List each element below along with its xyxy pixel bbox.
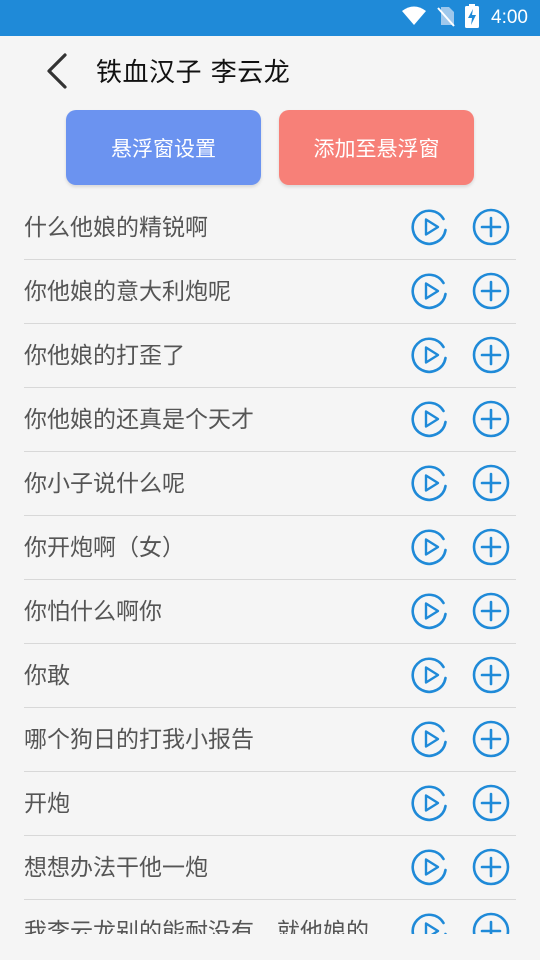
list-item[interactable]: 我李云龙别的能耐没有，就他娘的 xyxy=(24,900,516,934)
play-icon[interactable] xyxy=(411,912,449,934)
add-circle-icon[interactable] xyxy=(472,720,510,758)
add-circle-icon[interactable] xyxy=(472,272,510,310)
clip-label: 你小子说什么呢 xyxy=(24,471,185,497)
add-circle-icon[interactable] xyxy=(472,656,510,694)
float-window-settings-button[interactable]: 悬浮窗设置 xyxy=(66,110,261,185)
add-circle-icon[interactable] xyxy=(472,912,510,934)
play-icon[interactable] xyxy=(411,656,449,694)
play-icon[interactable] xyxy=(411,272,449,310)
status-icons: 4:00 xyxy=(401,0,528,36)
page-title: 铁血汉子 李云龙 xyxy=(96,58,291,88)
clip-label: 什么他娘的精锐啊 xyxy=(24,215,208,241)
add-circle-icon[interactable] xyxy=(472,784,510,822)
play-icon[interactable] xyxy=(411,848,449,886)
play-icon[interactable] xyxy=(411,336,449,374)
play-icon[interactable] xyxy=(411,784,449,822)
clip-label: 我李云龙别的能耐没有，就他娘的 xyxy=(24,919,369,934)
list-item[interactable]: 你开炮啊（女） xyxy=(24,516,516,580)
add-circle-icon[interactable] xyxy=(472,528,510,566)
play-icon[interactable] xyxy=(411,528,449,566)
play-icon[interactable] xyxy=(411,592,449,630)
no-sim-icon xyxy=(437,5,455,31)
list-item[interactable]: 你他娘的还真是个天才 xyxy=(24,388,516,452)
list-item[interactable]: 想想办法干他一炮 xyxy=(24,836,516,900)
add-circle-icon[interactable] xyxy=(472,848,510,886)
list-item[interactable]: 你他娘的打歪了 xyxy=(24,324,516,388)
clip-list: 什么他娘的精锐啊 你他娘的意大利炮呢 你他娘的打歪了你他娘的还真是个天才 你小子说什么… xyxy=(24,196,516,934)
play-icon[interactable] xyxy=(411,400,449,438)
wifi-icon xyxy=(401,6,427,30)
chevron-left-icon xyxy=(44,52,70,94)
back-button[interactable] xyxy=(40,52,74,94)
list-item[interactable]: 你怕什么啊你 xyxy=(24,580,516,644)
add-circle-icon[interactable] xyxy=(472,336,510,374)
clip-label: 你他娘的意大利炮呢 xyxy=(24,279,231,305)
clip-label: 你敢 xyxy=(24,663,70,689)
clip-label: 开炮 xyxy=(24,791,70,817)
list-item[interactable]: 开炮 xyxy=(24,772,516,836)
header: 铁血汉子 李云龙 xyxy=(0,36,540,110)
add-circle-icon[interactable] xyxy=(472,400,510,438)
list-item[interactable]: 你敢 xyxy=(24,644,516,708)
play-icon[interactable] xyxy=(411,720,449,758)
status-bar: 4:00 xyxy=(0,0,540,36)
add-circle-icon[interactable] xyxy=(472,464,510,502)
list-item[interactable]: 你小子说什么呢 xyxy=(24,452,516,516)
play-icon[interactable] xyxy=(411,208,449,246)
list-item[interactable]: 你他娘的意大利炮呢 xyxy=(24,260,516,324)
clip-label: 你他娘的打歪了 xyxy=(24,343,185,369)
clip-label: 想想办法干他一炮 xyxy=(24,855,208,881)
play-icon[interactable] xyxy=(411,464,449,502)
list-item[interactable]: 什么他娘的精锐啊 xyxy=(24,196,516,260)
battery-charging-icon xyxy=(465,4,480,32)
clip-label: 你他娘的还真是个天才 xyxy=(24,407,254,433)
add-circle-icon[interactable] xyxy=(472,592,510,630)
clip-label: 你开炮啊（女） xyxy=(24,535,185,561)
status-time: 4:00 xyxy=(491,7,528,28)
list-item[interactable]: 哪个狗日的打我小报告 xyxy=(24,708,516,772)
clip-label: 你怕什么啊你 xyxy=(24,599,162,625)
add-circle-icon[interactable] xyxy=(472,208,510,246)
add-to-float-window-button[interactable]: 添加至悬浮窗 xyxy=(279,110,474,185)
clip-label: 哪个狗日的打我小报告 xyxy=(24,727,254,753)
